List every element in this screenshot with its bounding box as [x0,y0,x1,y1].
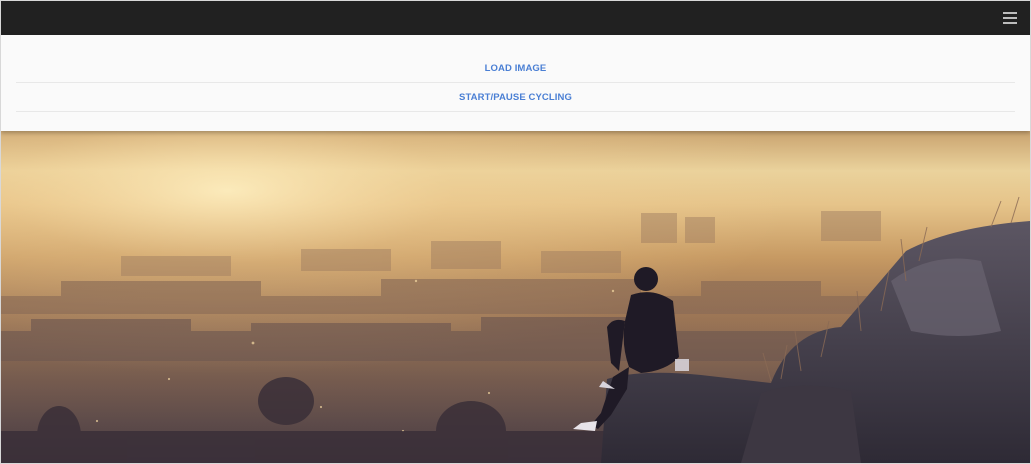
load-image-button[interactable]: LOAD IMAGE [16,54,1015,83]
sunset-city-photo [1,131,1030,463]
app-frame: LOAD IMAGE START/PAUSE CYCLING [0,0,1031,464]
start-pause-cycling-button[interactable]: START/PAUSE CYCLING [16,83,1015,112]
control-panel: LOAD IMAGE START/PAUSE CYCLING [1,35,1030,131]
displayed-image [1,131,1030,463]
hamburger-menu-icon[interactable] [1002,10,1018,26]
top-app-bar [1,1,1030,35]
